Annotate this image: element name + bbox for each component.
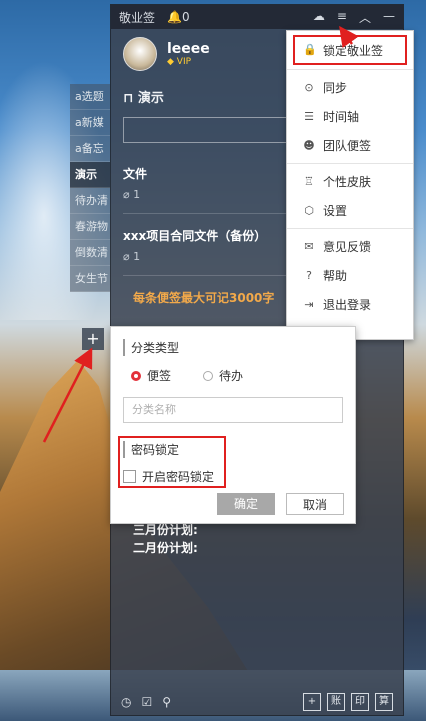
- menu-item-label: 设置: [323, 204, 348, 218]
- menu-item-sync[interactable]: ⊙ 同步: [287, 73, 413, 102]
- attachment-count-value: 1: [133, 250, 141, 263]
- bell-count: 0: [181, 10, 190, 24]
- radio-label: 便签: [147, 369, 172, 383]
- avatar[interactable]: [123, 37, 157, 71]
- cancel-button[interactable]: 取消: [286, 493, 344, 515]
- tab-category[interactable]: 倒数清: [70, 240, 110, 266]
- feedback-icon: ✉: [304, 239, 314, 253]
- logout-icon: ⇥: [304, 297, 314, 311]
- checklist-icon[interactable]: ☑: [141, 695, 152, 709]
- add-button[interactable]: +: [303, 693, 321, 711]
- current-category-label: 演示: [137, 91, 164, 106]
- team-icon: ☻: [303, 138, 315, 152]
- menu-divider: [287, 69, 413, 70]
- menu-item-label: 锁定敬业签: [323, 43, 384, 58]
- note-title: xxx项目合同文件（备份）: [123, 229, 267, 243]
- skin-icon: ♖: [304, 174, 314, 188]
- note-title: 文件: [123, 167, 148, 181]
- note-item[interactable]: 文件 ⌀ 1: [123, 165, 147, 201]
- paperclip-icon: ⌀: [123, 188, 130, 201]
- category-name-input[interactable]: 分类名称: [123, 397, 343, 423]
- app-title: 敬业签: [119, 10, 156, 25]
- bell-icon[interactable]: 🔔: [167, 10, 182, 24]
- tab-category[interactable]: a新媒: [70, 110, 110, 136]
- menu-item-label: 团队便签: [323, 139, 372, 153]
- add-category-button[interactable]: +: [82, 328, 104, 350]
- menu-item-team[interactable]: ☻ 团队便签: [287, 131, 413, 160]
- tab-category[interactable]: 女生节: [70, 266, 110, 292]
- account-button[interactable]: 账: [327, 693, 345, 711]
- type-heading: 分类类型: [123, 339, 179, 356]
- plan-line: 二月份计划:: [133, 541, 198, 555]
- menu-item-skin[interactable]: ♖ 个性皮肤: [287, 167, 413, 196]
- tip-note[interactable]: 每条便签最大可记3000字: [133, 289, 274, 306]
- bottom-toolbar: ◷ ☑ ⚲ + 账 印 算: [111, 689, 403, 715]
- settings-icon: ⬡: [304, 203, 314, 217]
- main-menu: 🔒 锁定敬业签 ⊙ 同步 ☰ 时间轴 ☻ 团队便签 ♖ 个性皮肤 ⬡ 设置 ✉ …: [286, 30, 414, 340]
- clock-icon[interactable]: ◷: [121, 695, 131, 709]
- radio-note[interactable]: 便签: [131, 367, 171, 384]
- attachment-count: ⌀ 1: [123, 250, 266, 263]
- menu-divider: [287, 163, 413, 164]
- menu-item-label: 帮助: [323, 269, 348, 283]
- attachment-count-value: 1: [133, 188, 141, 201]
- menu-icon[interactable]: ≡: [337, 9, 347, 26]
- menu-item-lock[interactable]: 🔒 锁定敬业签: [293, 35, 407, 65]
- menu-item-label: 意见反馈: [323, 240, 372, 254]
- vip-label: VIP: [176, 57, 192, 67]
- minimize-icon[interactable]: —: [383, 9, 395, 26]
- menu-item-feedback[interactable]: ✉ 意见反馈: [287, 232, 413, 261]
- collapse-icon[interactable]: ︿: [359, 9, 371, 26]
- tab-category[interactable]: a备忘: [70, 136, 110, 162]
- menu-item-help[interactable]: ? 帮助: [287, 261, 413, 290]
- radio-checked-icon: [131, 370, 141, 381]
- confirm-button[interactable]: 确定: [217, 493, 275, 515]
- radio-todo[interactable]: 待办: [203, 367, 243, 384]
- tab-category[interactable]: 待办清: [70, 188, 110, 214]
- category-tabs: a选题 a新媒 a备忘 演示 待办清 春游物 倒数清 女生节: [70, 84, 110, 292]
- tab-category[interactable]: 春游物: [70, 214, 110, 240]
- timeline-icon: ☰: [304, 109, 314, 123]
- menu-item-timeline[interactable]: ☰ 时间轴: [287, 102, 413, 131]
- radio-unchecked-icon: [203, 370, 213, 381]
- tab-category[interactable]: a选题: [70, 84, 110, 110]
- bookmark-icon: ⊓: [123, 91, 134, 106]
- sync-icon: ⊙: [304, 80, 314, 94]
- menu-item-settings[interactable]: ⬡ 设置: [287, 196, 413, 225]
- menu-divider: [287, 228, 413, 229]
- attachment-count: ⌀ 1: [123, 188, 147, 201]
- note-item[interactable]: xxx项目合同文件（备份） ⌀ 1: [123, 227, 266, 263]
- calc-button[interactable]: 算: [375, 693, 393, 711]
- menu-item-logout[interactable]: ⇥ 退出登录: [287, 290, 413, 319]
- annotation-frame: [118, 436, 226, 488]
- cloud-icon[interactable]: ☁: [313, 9, 325, 26]
- help-icon: ?: [306, 268, 312, 282]
- lock-icon: 🔒: [303, 43, 317, 56]
- username: leeee: [167, 41, 210, 57]
- diamond-icon: ◆: [167, 57, 174, 67]
- titlebar: 敬业签 🔔 0 ☁ ≡ ︿ —: [111, 5, 403, 29]
- menu-item-label: 同步: [323, 81, 348, 95]
- vip-badge: ◆ VIP: [167, 57, 210, 67]
- menu-item-label: 时间轴: [323, 110, 360, 124]
- menu-item-label: 个性皮肤: [323, 175, 372, 189]
- radio-label: 待办: [219, 369, 244, 383]
- paperclip-icon: ⌀: [123, 250, 130, 263]
- print-button[interactable]: 印: [351, 693, 369, 711]
- menu-item-label: 退出登录: [323, 298, 372, 312]
- tab-category-active[interactable]: 演示: [70, 162, 110, 188]
- search-icon[interactable]: ⚲: [162, 695, 171, 709]
- category-dialog: 分类类型 便签 待办 分类名称 密码锁定 开启密码锁定 确定 取消: [110, 326, 356, 524]
